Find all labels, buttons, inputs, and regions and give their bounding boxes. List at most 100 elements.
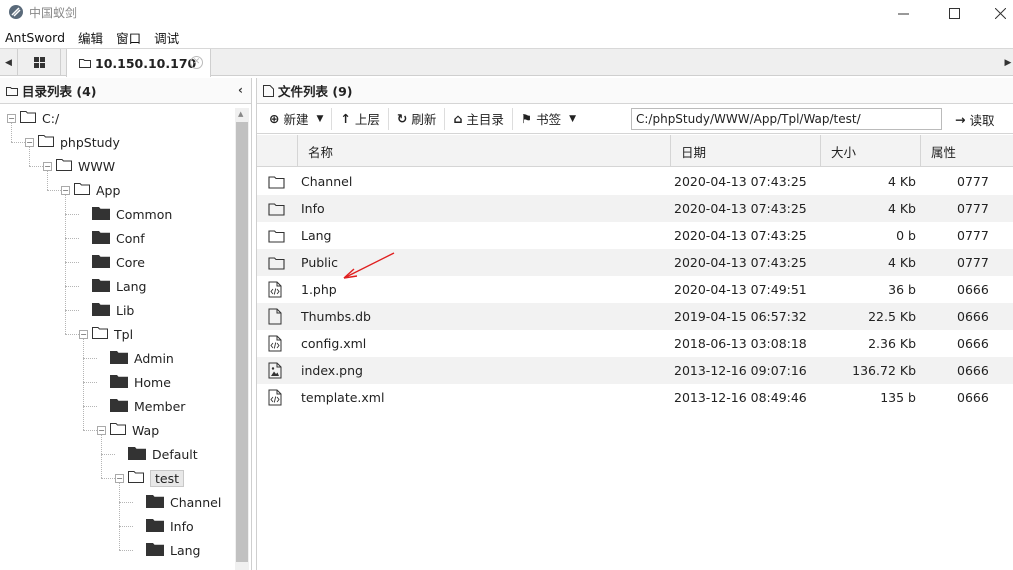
tree-node-label: phpStudy	[60, 134, 120, 150]
collapse-toggle-icon[interactable]: −	[115, 473, 124, 483]
read-label: 读取	[969, 112, 995, 128]
close-window-button[interactable]	[977, 0, 1013, 26]
home-tab[interactable]	[19, 49, 61, 76]
tree-node-label: Lib	[116, 302, 135, 318]
arrow-up-icon: ↑	[340, 111, 351, 126]
date-column-label: 日期	[681, 144, 707, 160]
tab-connection[interactable]: 10.150.10.170 ✕	[66, 49, 211, 77]
tree-node[interactable]: − Tpl	[79, 323, 133, 345]
read-button[interactable]: → 读取	[949, 108, 1001, 130]
tree-node[interactable]: − Wap	[97, 419, 159, 441]
folder-icon	[92, 254, 110, 271]
file-name: index.png	[301, 363, 363, 378]
tree-node-label: Member	[134, 398, 186, 414]
tree-node[interactable]: − phpStudy	[25, 131, 120, 153]
file-row[interactable]: Channel 2020-04-13 07:43:25 4 Kb 0777	[257, 168, 1013, 195]
tree-node[interactable]: Conf	[79, 227, 145, 249]
caret-down-icon: ▼	[316, 113, 324, 124]
folder-open-icon	[74, 182, 90, 198]
tree-connector	[65, 310, 79, 311]
tree-node[interactable]: Lang	[133, 539, 200, 561]
folder-open-icon	[38, 134, 54, 150]
collapse-toggle-icon[interactable]: −	[79, 329, 88, 339]
path-input[interactable]	[631, 108, 942, 130]
file-row[interactable]: index.png 2013-12-16 09:07:16 136.72 Kb 066…	[257, 357, 1013, 384]
file-row[interactable]: Thumbs.db 2019-04-15 06:57:32 22.5 Kb 0666	[257, 303, 1013, 330]
folder-icon	[110, 350, 128, 367]
file-date: 2019-04-15 06:57:32	[674, 309, 807, 324]
collapse-toggle-icon[interactable]: −	[25, 137, 34, 147]
collapse-toggle-icon[interactable]: −	[43, 161, 52, 171]
tree-scrollbar[interactable]: ▲	[235, 108, 249, 570]
tree-node[interactable]: Lang	[79, 275, 146, 297]
collapse-toggle-icon[interactable]: −	[97, 425, 106, 435]
up-label: 上层	[354, 112, 380, 127]
name-column-label: 名称	[308, 144, 334, 160]
new-button[interactable]: ⊕ 新建 ▼	[261, 107, 333, 130]
tab-scroll-right-button[interactable]: ▶	[1003, 49, 1013, 76]
file-row[interactable]: Lang 2020-04-13 07:43:25 0 b 0777	[257, 222, 1013, 249]
collapse-toggle-icon[interactable]: −	[7, 113, 16, 123]
tree-connector	[83, 406, 97, 407]
tree-node[interactable]: Lib	[79, 299, 134, 321]
tree-connector	[119, 483, 120, 550]
date-column-header[interactable]: 日期	[670, 135, 820, 167]
tree-node[interactable]: Core	[79, 251, 145, 273]
scroll-up-icon[interactable]: ▲	[238, 110, 243, 118]
file-row[interactable]: Info 2020-04-13 07:43:25 4 Kb 0777	[257, 195, 1013, 222]
icon-column-header	[257, 135, 297, 167]
file-row[interactable]: config.xml 2018-06-13 03:08:18 2.36 Kb 0666	[257, 330, 1013, 357]
bookmark-button[interactable]: ⚑ 书签 ▼	[513, 108, 584, 130]
file-name: Info	[301, 201, 325, 216]
tree-node-label: Common	[116, 206, 173, 222]
tree-node[interactable]: Home	[97, 371, 171, 393]
collapse-toggle-icon[interactable]: −	[61, 185, 70, 195]
collapse-panel-button[interactable]: ‹	[238, 83, 243, 97]
file-name: template.xml	[301, 390, 385, 405]
file-name: Channel	[301, 174, 353, 189]
tree-node[interactable]: Common	[79, 203, 172, 225]
tree-node[interactable]: − test	[115, 467, 185, 489]
tree-node[interactable]: − C:/	[7, 107, 59, 129]
home-dir-button[interactable]: ⌂ 主目录	[445, 107, 513, 130]
tab-bar: ◀ 10.150.10.170 ✕ ▶	[0, 48, 1013, 77]
code-file-icon	[268, 276, 282, 303]
tree-connector	[29, 147, 30, 166]
folder-icon	[6, 86, 18, 96]
tree-connector	[29, 166, 43, 167]
file-grid-header: 名称 日期 大小 属性	[257, 135, 1013, 167]
minimize-button[interactable]	[880, 0, 926, 26]
file-size: 4 Kb	[887, 255, 916, 270]
tree-connector	[47, 190, 61, 191]
menu-antsword[interactable]: AntSword	[5, 30, 65, 45]
menu-edit[interactable]: 编辑	[78, 28, 103, 47]
title-bar: 中国蚁剑	[0, 0, 1013, 26]
tree-node[interactable]: Info	[133, 515, 194, 537]
tree-connector	[83, 430, 97, 431]
menu-debug[interactable]: 调试	[154, 28, 179, 47]
tree-node[interactable]: − App	[61, 179, 120, 201]
file-row[interactable]: template.xml 2013-12-16 08:49:46 135 b 0666	[257, 384, 1013, 411]
refresh-button[interactable]: ↻ 刷新	[389, 107, 446, 130]
menu-window[interactable]: 窗口	[116, 28, 141, 47]
maximize-button[interactable]	[931, 0, 977, 26]
directory-panel-header: 目录列表 (4) ‹	[0, 78, 251, 104]
tab-scroll-left-button[interactable]: ◀	[0, 49, 18, 76]
folder-icon	[92, 230, 110, 247]
tree-node[interactable]: − WWW	[43, 155, 115, 177]
tab-close-icon[interactable]: ✕	[190, 56, 203, 69]
folder-icon	[128, 446, 146, 463]
tree-node[interactable]: Channel	[133, 491, 221, 513]
tree-node[interactable]: Default	[115, 443, 198, 465]
up-button[interactable]: ↑ 上层	[332, 107, 389, 130]
tree-node-label: Lang	[170, 542, 201, 558]
attr-column-header[interactable]: 属性	[920, 135, 1013, 167]
tree-connector	[11, 123, 12, 142]
size-column-header[interactable]: 大小	[820, 135, 920, 167]
tree-node[interactable]: Admin	[97, 347, 174, 369]
name-column-header[interactable]: 名称	[297, 135, 670, 167]
folder-icon	[92, 302, 110, 319]
bookmark-label: 书签	[536, 112, 562, 127]
scrollbar-thumb[interactable]	[236, 122, 248, 562]
tree-node[interactable]: Member	[97, 395, 185, 417]
